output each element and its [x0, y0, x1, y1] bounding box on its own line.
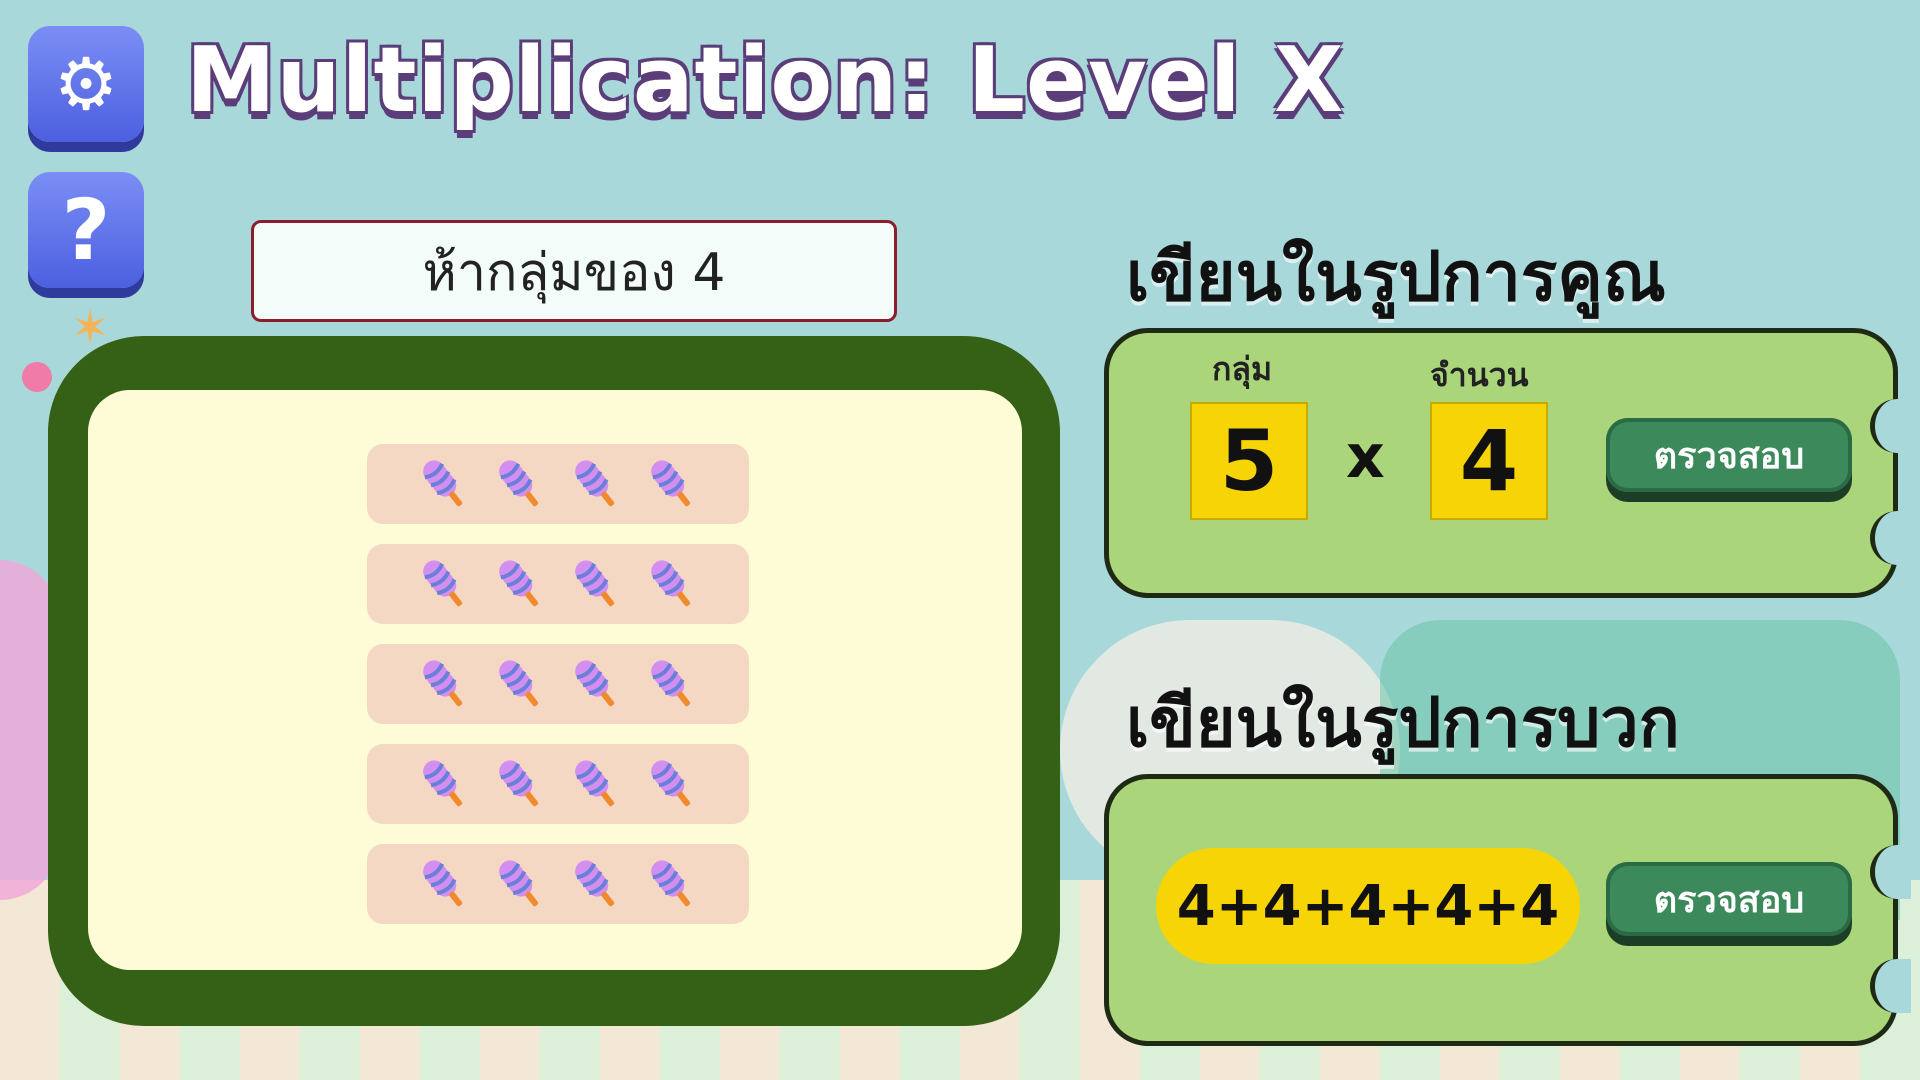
popsicle-icon — [417, 853, 471, 915]
amount-number-box[interactable]: 4 — [1430, 402, 1548, 520]
multiplication-section-title: เขียนในรูปการคูณ — [1126, 238, 1666, 317]
panel-notch — [1870, 399, 1911, 453]
panel-notch — [1870, 511, 1911, 565]
popsicle-icon — [493, 553, 547, 615]
popsicle-group — [367, 644, 749, 724]
popsicle-icon — [569, 453, 623, 515]
popsicle-group — [367, 744, 749, 824]
settings-button[interactable]: ⚙ — [28, 26, 144, 142]
popsicle-icon — [493, 453, 547, 515]
popsicle-icon — [493, 853, 547, 915]
popsicle-group — [367, 444, 749, 524]
popsicle-icon — [645, 853, 699, 915]
popsicle-icon — [569, 653, 623, 715]
popsicle-icon — [493, 753, 547, 815]
popsicle-icon — [645, 453, 699, 515]
check-multiplication-button[interactable]: ตรวจสอบ — [1606, 418, 1852, 492]
flower-decoration-icon — [22, 362, 52, 392]
popsicle-group — [367, 544, 749, 624]
addition-answer-field[interactable]: 4+4+4+4+4 — [1156, 848, 1580, 964]
popsicle-icon — [417, 653, 471, 715]
popsicle-icon — [569, 853, 623, 915]
popsicle-icon — [645, 653, 699, 715]
groups-label: กลุ่ม — [1212, 350, 1273, 388]
check-addition-button[interactable]: ตรวจสอบ — [1606, 862, 1852, 936]
popsicle-icon — [569, 753, 623, 815]
addition-section-title: เขียนในรูปการบวก — [1126, 684, 1680, 763]
panel-notch — [1870, 845, 1911, 899]
question-icon: ? — [61, 181, 111, 279]
popsicle-icon — [417, 753, 471, 815]
multiply-operator: x — [1346, 422, 1385, 492]
groups-number-box[interactable]: 5 — [1190, 402, 1308, 520]
question-prompt: ห้ากลุ่มของ 4 — [251, 220, 897, 322]
popsicle-icon — [417, 553, 471, 615]
popsicle-icon — [417, 453, 471, 515]
popsicle-group — [367, 844, 749, 924]
panel-notch — [1870, 959, 1911, 1013]
popsicle-icon — [645, 753, 699, 815]
popsicle-icon — [493, 653, 547, 715]
popsicle-icon — [645, 553, 699, 615]
popsicle-icon — [569, 553, 623, 615]
page-title: Multiplication: Level X — [186, 28, 1345, 133]
gear-icon: ⚙ — [53, 42, 119, 126]
amount-label: จำนวน — [1430, 356, 1529, 394]
help-button[interactable]: ? — [28, 172, 144, 288]
